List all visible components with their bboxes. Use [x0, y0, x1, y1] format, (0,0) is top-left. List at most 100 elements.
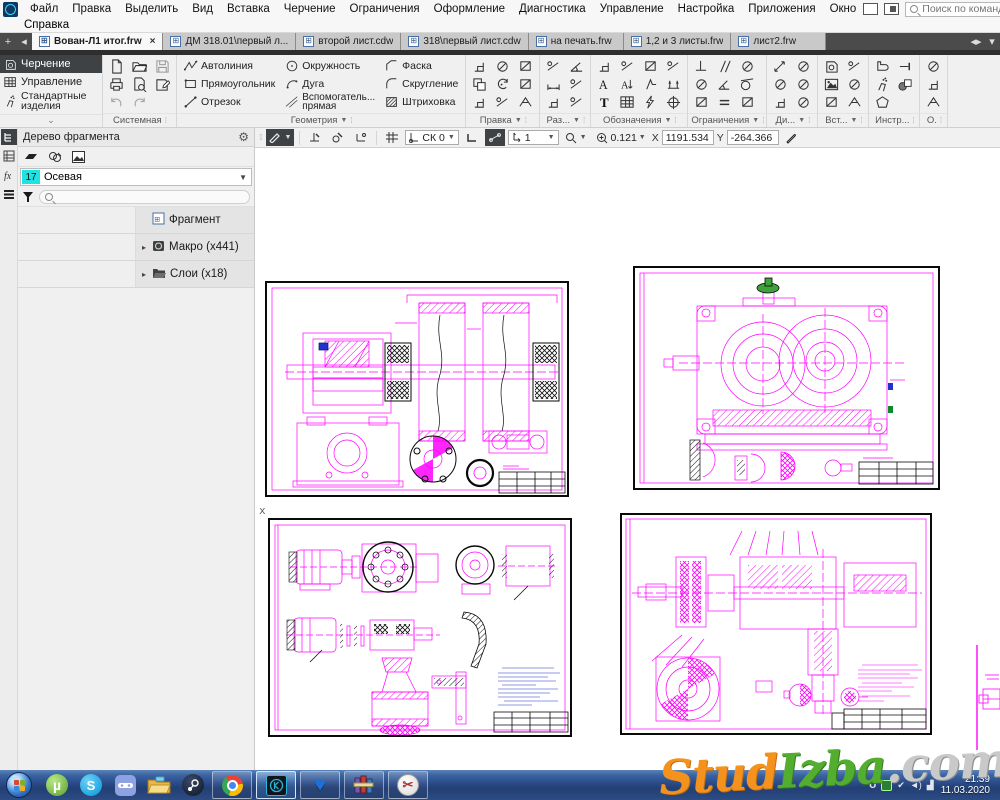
grid-toggle-icon[interactable] — [382, 129, 402, 146]
group-footer[interactable]: Системная⁞ — [103, 113, 176, 127]
drawing-canvas[interactable]: x — [255, 148, 1000, 770]
tool-c-axis-icon[interactable] — [691, 93, 712, 111]
tray-volume-icon[interactable]: ◄) — [910, 780, 922, 790]
tab-scroll-left-icon[interactable]: ◂ — [16, 33, 32, 50]
tool-arc-tool[interactable]: Дуга — [281, 75, 379, 93]
tab-scroll-icons[interactable]: ◂▸ — [968, 33, 984, 50]
tool-center-mark-icon[interactable] — [663, 93, 684, 111]
tool-measure-area-icon[interactable] — [793, 75, 814, 93]
menu-item-3[interactable]: Вид — [185, 2, 220, 16]
taskbar-winrar-button[interactable] — [344, 771, 384, 799]
menu-item-6[interactable]: Ограничения — [343, 2, 427, 16]
hamburger-menu-icon[interactable] — [1, 186, 17, 202]
tool-c-fix-icon[interactable] — [737, 93, 758, 111]
tool-copy-obj-icon[interactable] — [469, 75, 490, 93]
tool-circle-tool[interactable]: Окружность — [281, 57, 379, 75]
tool-c-point-icon[interactable] — [737, 57, 758, 75]
document-tab[interactable]: Вован-Л1 итог.frw× — [32, 33, 163, 50]
tray-updates-icon[interactable] — [881, 780, 892, 791]
menu-item-12[interactable]: Окно — [823, 2, 864, 16]
new-tab-button[interactable]: + — [0, 33, 16, 50]
tool-hatch[interactable]: Штриховка — [381, 93, 462, 111]
group-footer[interactable]: Правка▼⁞ — [466, 113, 539, 127]
tool-letter-a-icon[interactable]: А — [594, 75, 615, 93]
group-footer[interactable]: Инстр...⁞ — [869, 113, 919, 127]
snap-angle-icon[interactable] — [351, 129, 371, 146]
menu-item-2[interactable]: Выделить — [118, 2, 185, 16]
tool-undo-icon[interactable] — [106, 93, 127, 111]
taskbar-explorer-icon[interactable] — [142, 771, 176, 799]
taskbar-steam-icon[interactable] — [176, 771, 210, 799]
tool-dim-chain-icon[interactable] — [543, 93, 564, 111]
tool-roughness-icon[interactable] — [640, 75, 661, 93]
tool-measure-path-icon[interactable] — [793, 57, 814, 75]
menu-item-5[interactable]: Черчение — [277, 2, 343, 16]
tool-construction-line[interactable]: Вспомогатель...прямая — [281, 93, 379, 111]
tool-measure-point-icon[interactable] — [793, 93, 814, 111]
tool-letter-t-icon[interactable]: T — [594, 93, 615, 111]
tool-contour-icon[interactable] — [872, 57, 893, 75]
menu-item-0[interactable]: Файл — [23, 2, 65, 16]
tool-mark-peak-icon[interactable] — [594, 57, 615, 75]
menu-item-9[interactable]: Управление — [593, 2, 671, 16]
tool-mark-datum-icon[interactable] — [640, 57, 661, 75]
menu-item-1[interactable]: Правка — [65, 2, 118, 16]
expand-arrow-icon[interactable]: ▸ — [140, 270, 148, 279]
document-tab[interactable]: лист2.frw — [731, 33, 826, 50]
drawing-sheet-shaft-assembly[interactable] — [265, 281, 569, 497]
tray-network-icon[interactable]: ▟ — [927, 780, 934, 791]
document-tab[interactable]: на печать.frw — [529, 33, 624, 50]
tool-lightning-icon[interactable] — [640, 93, 661, 111]
x-coordinate-field[interactable]: 1191.534 — [662, 130, 714, 145]
tool-folder-open-icon[interactable] — [129, 57, 150, 75]
drawing-sheet-reducer-section[interactable] — [620, 513, 932, 735]
macro-filter-icon[interactable] — [48, 151, 62, 163]
document-tab[interactable]: 318\первый лист.cdw — [401, 33, 528, 50]
drawing-sheet-partial[interactable] — [975, 645, 1000, 750]
taskbar-heart-button[interactable]: ♥ — [300, 771, 340, 799]
layer-flat-icon[interactable] — [24, 152, 38, 162]
zoom-tool-button[interactable]: ▼ — [562, 129, 590, 146]
ribbon-mode-tab-1[interactable]: Управление — [0, 73, 102, 91]
tool-dim-base-icon[interactable] — [566, 93, 587, 111]
command-search[interactable] — [905, 2, 1000, 17]
tool-c-parallel-icon[interactable] — [714, 57, 735, 75]
menu-item-11[interactable]: Приложения — [741, 2, 822, 16]
image-icon[interactable] — [72, 151, 85, 163]
start-button[interactable] — [6, 772, 32, 798]
params-panel-icon[interactable] — [1, 148, 17, 164]
group-footer[interactable]: Ди...▼⁞ — [767, 113, 817, 127]
tree-row-2[interactable]: ▸Слои (x18) — [18, 261, 254, 288]
tool-doc-new-icon[interactable] — [106, 57, 127, 75]
tray-shield-icon[interactable]: ✔ — [897, 780, 905, 791]
tool-measure-dist-icon[interactable] — [770, 57, 791, 75]
tool-scale-icon[interactable] — [492, 93, 513, 111]
tool-rotate-icon[interactable] — [492, 75, 513, 93]
y-coordinate-field[interactable]: -264.366 — [727, 130, 779, 145]
menu-item-4[interactable]: Вставка — [220, 2, 277, 16]
tool-redo-icon[interactable] — [129, 93, 150, 111]
tree-row-0[interactable]: ⊞Фрагмент — [18, 207, 254, 234]
snap-settings-icon[interactable] — [328, 129, 348, 146]
menu-help[interactable]: Справка — [0, 19, 76, 31]
fx-variables-icon[interactable]: fx — [1, 167, 17, 183]
document-tab[interactable]: второй лист.cdw — [296, 33, 401, 50]
tool-dim-auto-icon[interactable] — [543, 57, 564, 75]
search-input[interactable] — [922, 3, 1000, 15]
tool-insert-sketch-icon[interactable] — [844, 75, 865, 93]
tool-spray-icon[interactable] — [872, 75, 893, 93]
group-footer[interactable]: Раз...▼⁞ — [540, 113, 590, 127]
tool-trim-icon[interactable] — [469, 57, 490, 75]
drawing-sheet-drive-views[interactable] — [268, 518, 572, 737]
taskbar-discord-icon[interactable] — [108, 771, 142, 799]
taskbar-clock[interactable]: 21:39 11.03.2020 — [939, 774, 996, 796]
tool-section-line-icon[interactable] — [663, 75, 684, 93]
gear-icon[interactable]: ⚙ — [238, 130, 249, 144]
snap-perpendicular-icon[interactable] — [305, 129, 325, 146]
tool-shapes-icon[interactable] — [895, 75, 916, 93]
group-footer[interactable]: О.⁞ — [920, 113, 947, 127]
tool-c-angle-icon[interactable] — [714, 75, 735, 93]
tool-curve-edit-icon[interactable] — [515, 75, 536, 93]
tray-utorrent-icon[interactable]: U — [869, 780, 876, 791]
tool-insert-image-icon[interactable] — [821, 75, 842, 93]
